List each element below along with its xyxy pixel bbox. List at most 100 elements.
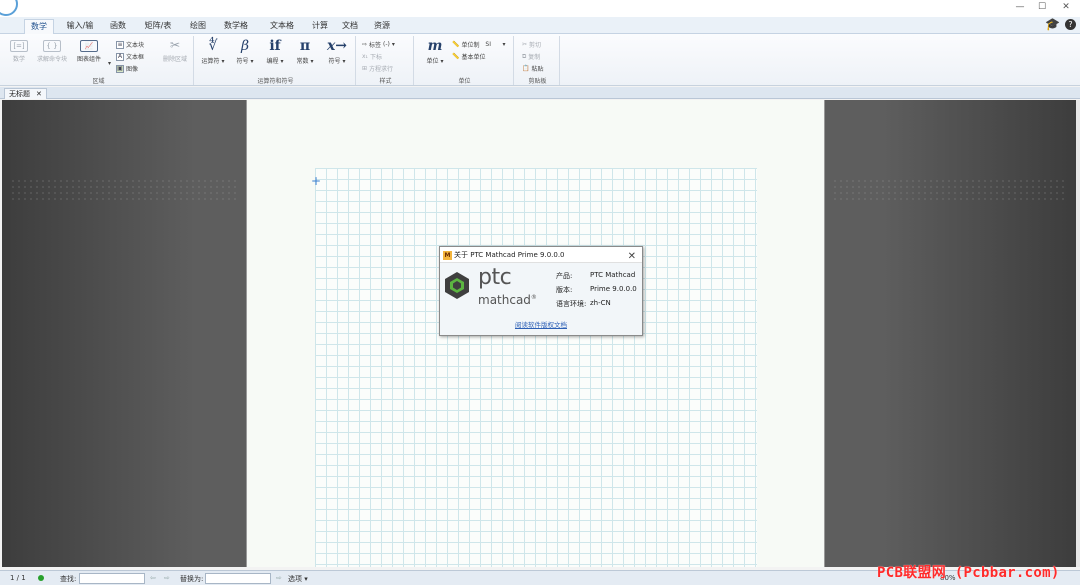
replace-label: 替换为: xyxy=(180,575,204,583)
calc-status-icon xyxy=(38,575,44,581)
product-label: 产品: xyxy=(556,272,573,280)
find-label: 查找: xyxy=(60,575,77,583)
subscript-icon: x₁ xyxy=(362,53,368,60)
paste-button[interactable]: 📋 粘贴 xyxy=(522,64,544,73)
ribbon: [=] 数学 { } 求解命令块 📈 图表组件 ▾ ≡ 文本块 A 文本框 ▣ 图像 … xyxy=(0,34,1080,86)
group-label-operators: 运算符和符号 xyxy=(257,78,294,85)
decorative-dots-left xyxy=(10,178,240,200)
if-icon: if xyxy=(269,38,281,54)
group-operators: ∜ 运算符 ▾ β 符号 ▾ if 编程 ▾ π 常数 ▾ x→ 符号 ▾ 运算… xyxy=(196,36,356,85)
close-button[interactable]: ✕ xyxy=(1056,2,1076,12)
title-bar: — ☐ ✕ xyxy=(0,0,1080,17)
tab-math[interactable]: 数学 xyxy=(24,19,54,34)
locale-value: zh-CN xyxy=(590,299,611,307)
graduation-cap-icon[interactable]: 🎓 xyxy=(1045,18,1060,30)
tab-io[interactable]: 输入/输出 xyxy=(58,19,102,43)
document-tab-strip: 无标题 ✕ xyxy=(0,87,1080,99)
operators-button[interactable]: ∜ 运算符 ▾ xyxy=(200,38,226,65)
symbolic-arrow-icon: x→ xyxy=(326,38,348,54)
group-units: m 单位 ▾ 📏 单位制 SI ▾ 📏 基本单位 单位 xyxy=(416,36,514,85)
tab-calculation[interactable]: 计算 xyxy=(306,19,334,34)
image-button[interactable]: ▣ 图像 xyxy=(116,64,138,73)
solve-block-button[interactable]: { } 求解命令块 xyxy=(34,40,70,63)
ptc-logo-text: ptc xyxy=(478,265,512,290)
base-units-icon: 📏 xyxy=(452,53,460,60)
product-value: PTC Mathcad xyxy=(590,271,636,279)
unit-system-dropdown[interactable]: 📏 单位制 SI ▾ xyxy=(452,40,506,49)
tab-plots[interactable]: 绘图 xyxy=(184,19,212,34)
options-dropdown[interactable]: 选项 ▾ xyxy=(288,574,308,584)
mathcad-app-icon: M xyxy=(443,251,452,260)
locale-label: 语言环境: xyxy=(556,300,587,308)
ribbon-tab-bar: 数学 输入/输出 函数 矩阵/表格 绘图 数学格式 文本格式 计算 文档 资源 … xyxy=(0,17,1080,43)
programming-button[interactable]: if 编程 ▾ xyxy=(262,38,288,65)
copy-icon: ⧉ xyxy=(522,52,527,60)
copy-button[interactable]: ⧉ 复制 xyxy=(522,52,540,62)
group-style: ⇨ 标签 (-) ▾ x₁ 下标 ⊞ 方程求行 样式 xyxy=(358,36,414,85)
math-region-icon: [=] xyxy=(10,40,28,52)
paste-icon: 📋 xyxy=(522,65,530,72)
text-box-button[interactable]: A 文本框 xyxy=(116,52,144,61)
replace-input[interactable] xyxy=(205,573,271,584)
base-units-button[interactable]: 📏 基本单位 xyxy=(452,52,486,61)
chart-dropdown-arrow[interactable]: ▾ xyxy=(108,60,111,67)
document-tab-title: 无标题 xyxy=(9,90,30,98)
delete-region-icon: ✂ xyxy=(169,38,181,52)
unit-m-icon: m xyxy=(427,38,443,54)
symbolic-button[interactable]: x→ 符号 ▾ xyxy=(322,38,352,65)
tab-functions[interactable]: 函数 xyxy=(104,19,132,34)
delete-region-button[interactable]: ✂ 删除区域 xyxy=(160,38,190,63)
maximize-button[interactable]: ☐ xyxy=(1032,2,1052,12)
label-icon: ⇨ xyxy=(362,41,368,48)
version-value: Prime 9.0.0.0 xyxy=(590,285,637,293)
license-document-link[interactable]: 阅读软件版权文档 xyxy=(440,319,642,329)
app-menu-button[interactable] xyxy=(0,0,18,16)
group-regions: [=] 数学 { } 求解命令块 📈 图表组件 ▾ ≡ 文本块 A 文本框 ▣ 图像 … xyxy=(4,36,194,85)
minimize-button[interactable]: — xyxy=(1010,2,1030,12)
find-input[interactable] xyxy=(79,573,145,584)
tab-resources[interactable]: 资源 xyxy=(368,19,396,34)
worksheet-grid[interactable] xyxy=(315,168,757,567)
document-tab[interactable]: 无标题 ✕ xyxy=(4,88,47,99)
math-region-button[interactable]: [=] 数学 xyxy=(6,40,32,63)
replace-icon[interactable]: ⇨ xyxy=(276,574,282,582)
group-label-style: 样式 xyxy=(379,78,392,85)
find-next-icon[interactable]: ⇨ xyxy=(164,574,170,582)
find-prev-icon[interactable]: ⇦ xyxy=(150,574,156,582)
version-label: 版本: xyxy=(556,286,573,294)
image-icon: ▣ xyxy=(116,64,124,73)
chart-component-button[interactable]: 📈 图表组件 xyxy=(74,40,104,63)
about-dialog: M 关于 PTC Mathcad Prime 9.0.0.0 ✕ ptc mat… xyxy=(439,246,643,336)
about-dialog-close-button[interactable]: ✕ xyxy=(628,249,636,265)
pi-icon: π xyxy=(299,38,311,54)
chart-icon: 📈 xyxy=(80,40,98,52)
ptc-hexagon-logo-icon xyxy=(445,272,469,299)
label-dropdown[interactable]: ⇨ 标签 (-) ▾ xyxy=(362,40,395,49)
symbols-button[interactable]: β 符号 ▾ xyxy=(232,38,258,65)
text-box-icon: A xyxy=(116,52,124,61)
radical-icon: ∜ xyxy=(208,38,218,54)
document-tab-close-icon[interactable]: ✕ xyxy=(36,89,42,99)
ruler-icon: 📏 xyxy=(452,41,460,48)
mathcad-logo-text: mathcad® xyxy=(478,293,537,307)
text-block-icon: ≡ xyxy=(116,40,124,49)
crosshair-cursor-icon: + xyxy=(311,174,322,188)
units-button[interactable]: m 单位 ▾ xyxy=(422,38,448,65)
constants-button[interactable]: π 常数 ▾ xyxy=(292,38,318,65)
cut-button[interactable]: ✂ 剪切 xyxy=(522,40,541,49)
beta-icon: β xyxy=(240,38,250,54)
group-label-units: 单位 xyxy=(458,78,471,85)
tab-math-format[interactable]: 数学格式 xyxy=(216,19,256,43)
matrix-exec-button[interactable]: ⊞ 方程求行 xyxy=(362,64,393,73)
text-block-button[interactable]: ≡ 文本块 xyxy=(116,40,144,49)
help-icon[interactable]: ? xyxy=(1065,18,1076,30)
tab-document[interactable]: 文档 xyxy=(336,19,364,34)
vertical-scrollbar[interactable] xyxy=(1076,100,1080,567)
scissors-icon: ✂ xyxy=(522,41,528,48)
group-clipboard: ✂ 剪切 ⧉ 复制 📋 粘贴 剪贴板 xyxy=(516,36,560,85)
subscript-button[interactable]: x₁ 下标 xyxy=(362,52,382,61)
tab-text-format[interactable]: 文本格式 xyxy=(262,19,302,43)
decorative-dots-right xyxy=(832,178,1068,200)
watermark: PCB联盟网 (Pcbbar.com) xyxy=(877,565,1060,581)
tab-matrices[interactable]: 矩阵/表格 xyxy=(138,19,178,43)
